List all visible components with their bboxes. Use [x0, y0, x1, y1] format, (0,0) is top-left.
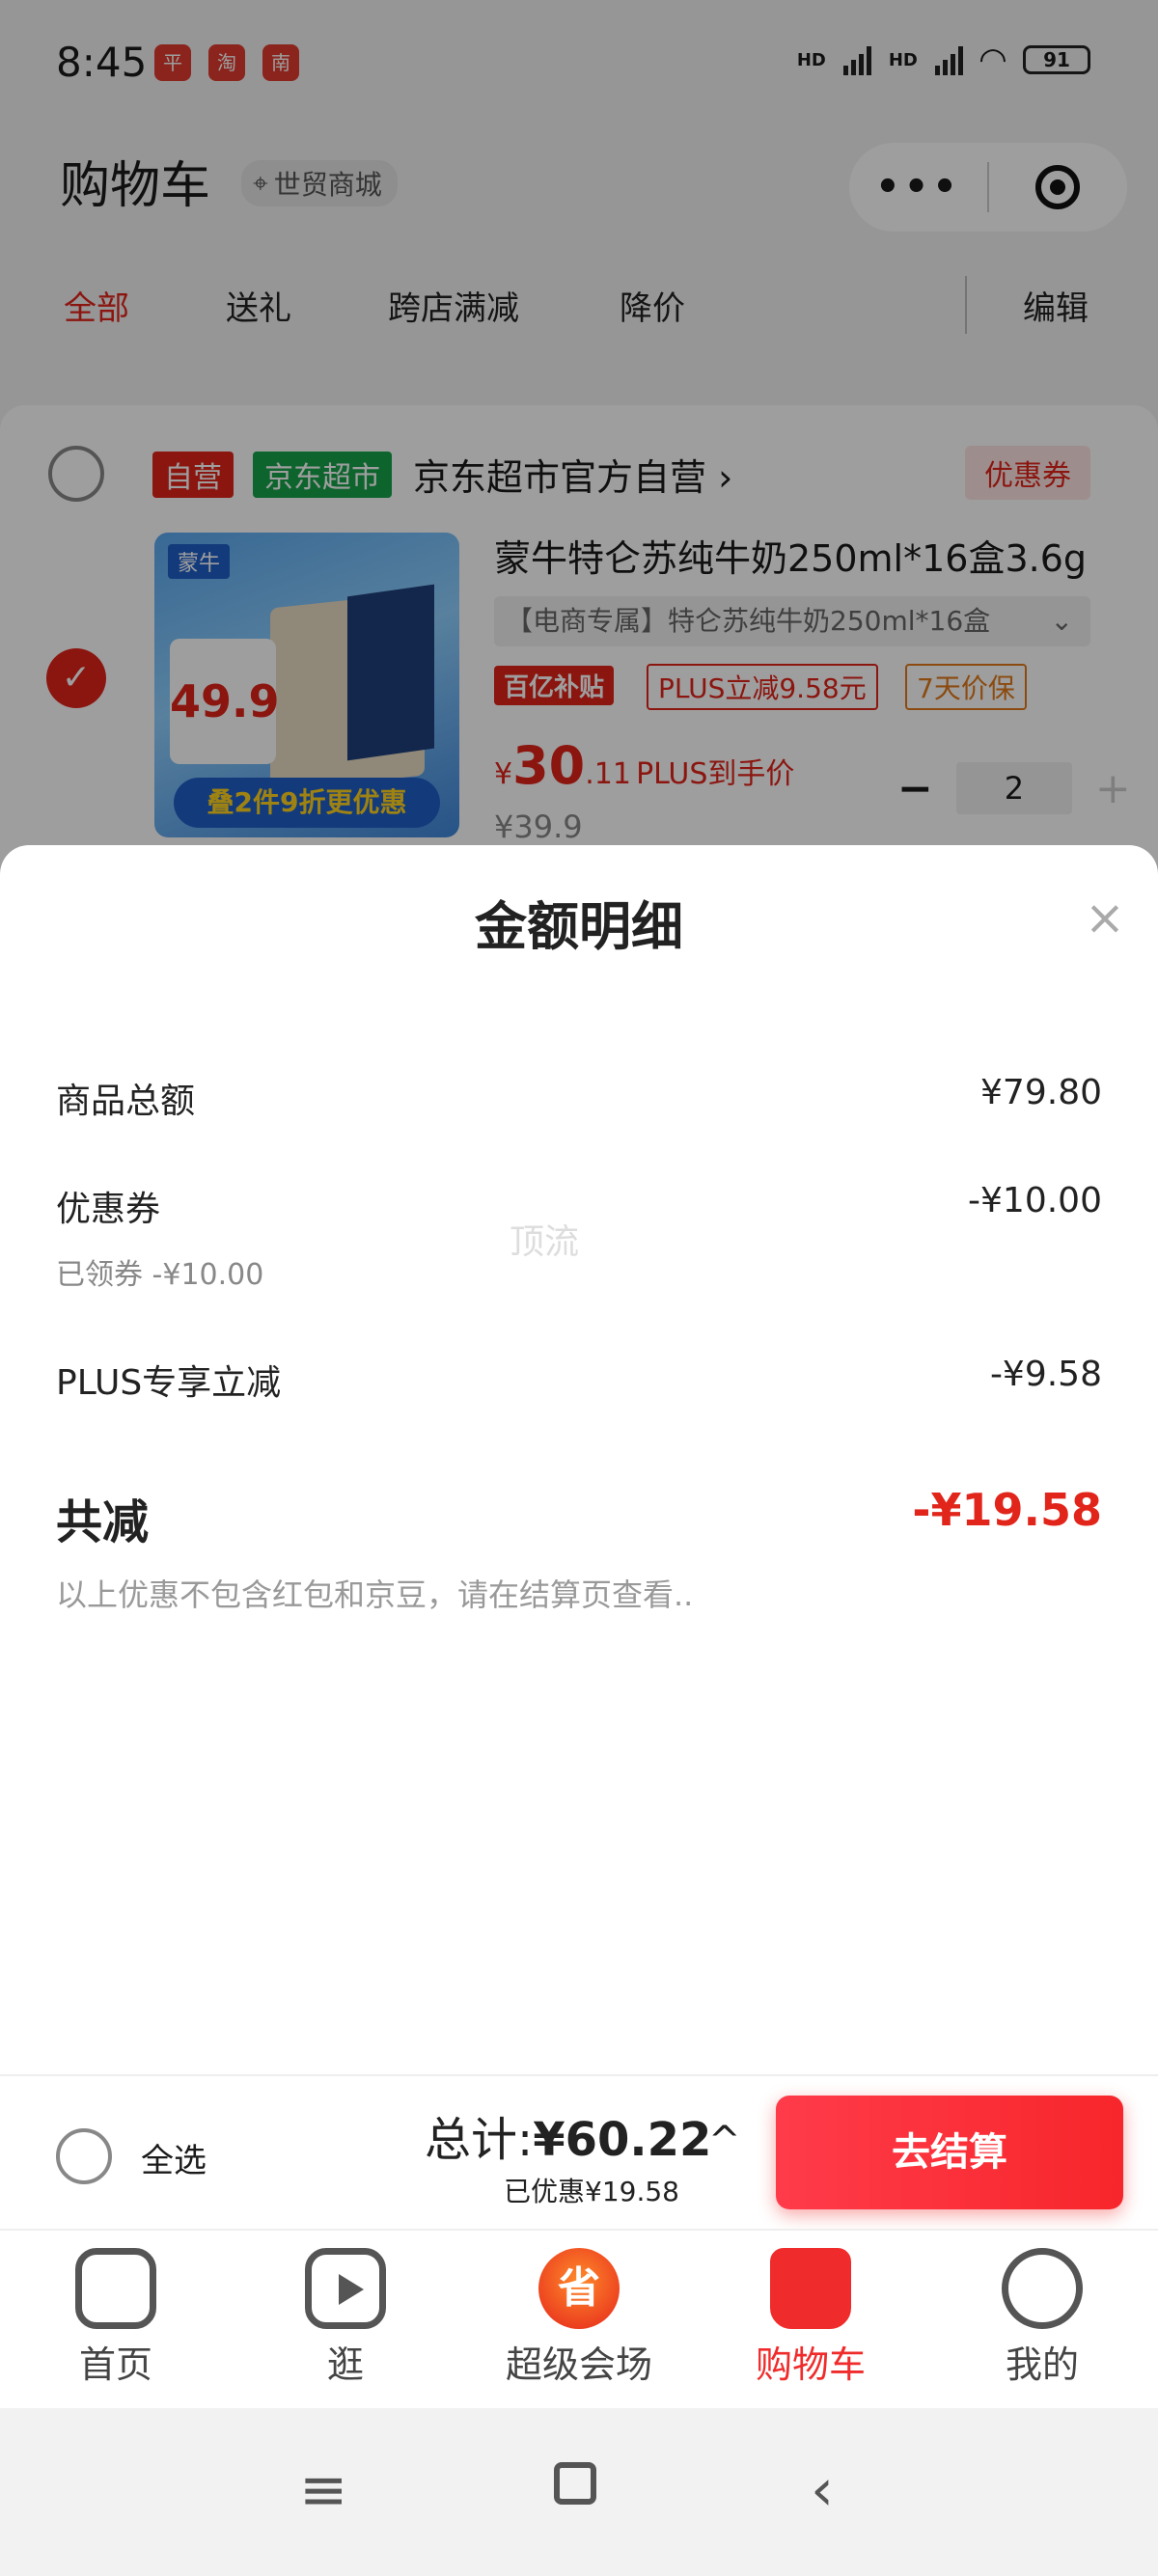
cart-icon — [770, 2248, 851, 2329]
home-button-icon[interactable] — [554, 2462, 596, 2505]
coupon-detail: 已领券 -¥10.00 — [56, 1258, 264, 1292]
total-discount-value: -¥19.58 — [912, 1484, 1102, 1536]
total-amount: ¥60.22 — [533, 2113, 712, 2167]
modal-backdrop[interactable] — [0, 0, 1158, 868]
close-icon[interactable]: × — [1085, 890, 1125, 945]
tabbar-label: 购物车 — [755, 2343, 866, 2386]
total-price: 总计:¥60.22 — [425, 2101, 711, 2169]
select-all-label[interactable]: 全选 — [141, 2134, 207, 2181]
tabbar-label: 我的 — [1005, 2343, 1079, 2386]
tabbar-home[interactable]: 首页 — [19, 2248, 212, 2388]
tabbar-label: 超级会场 — [505, 2343, 652, 2386]
plus-discount-label: PLUS专享立减 — [56, 1363, 282, 1403]
total-discount-label: 共减 — [56, 1495, 150, 1549]
bottom-tab-bar: 首页 逛 省 超级会场 购物车 我的 — [0, 2229, 1158, 2410]
sheet-title: 金额明细 — [475, 896, 683, 957]
plus-discount-value: -¥9.58 — [989, 1355, 1102, 1394]
menu-icon[interactable]: ≡ — [299, 2456, 347, 2524]
watermark: 顶流 — [510, 1222, 580, 1262]
checkout-bar: 全选 总计:¥60.22 已优惠¥19.58 ^ 去结算 — [0, 2074, 1158, 2231]
tabbar-browse[interactable]: 逛 — [249, 2248, 442, 2388]
amount-detail-sheet: 金额明细 × 商品总额 ¥79.80 优惠券 -¥10.00 已领券 -¥10.… — [0, 845, 1158, 2076]
saved-amount: 已优惠¥19.58 — [504, 2176, 679, 2207]
checkout-button[interactable]: 去结算 — [776, 2096, 1123, 2209]
system-navigation-bar: ≡ ‹ — [0, 2408, 1158, 2576]
subtotal-label: 商品总额 — [56, 1082, 196, 1121]
subtotal-value: ¥79.80 — [980, 1073, 1102, 1112]
discount-note: 以上优惠不包含红包和京豆，请在结算页查看.. — [56, 1576, 694, 1613]
play-icon — [305, 2248, 386, 2329]
coupon-label: 优惠券 — [56, 1190, 161, 1229]
coupon-value: -¥10.00 — [968, 1181, 1102, 1220]
back-icon[interactable]: ‹ — [811, 2456, 834, 2524]
total-prefix: 总计: — [425, 2113, 534, 2167]
home-icon — [75, 2248, 156, 2329]
tabbar-label: 首页 — [78, 2343, 152, 2386]
tabbar-cart[interactable]: 购物车 — [714, 2248, 907, 2388]
chevron-up-icon[interactable]: ^ — [708, 2119, 741, 2163]
tabbar-super-venue[interactable]: 省 超级会场 — [482, 2248, 676, 2388]
select-all-checkbox[interactable] — [56, 2128, 112, 2184]
super-venue-icon: 省 — [538, 2248, 620, 2329]
profile-icon — [1002, 2248, 1083, 2329]
tabbar-profile[interactable]: 我的 — [946, 2248, 1139, 2388]
tabbar-label: 逛 — [326, 2343, 364, 2386]
